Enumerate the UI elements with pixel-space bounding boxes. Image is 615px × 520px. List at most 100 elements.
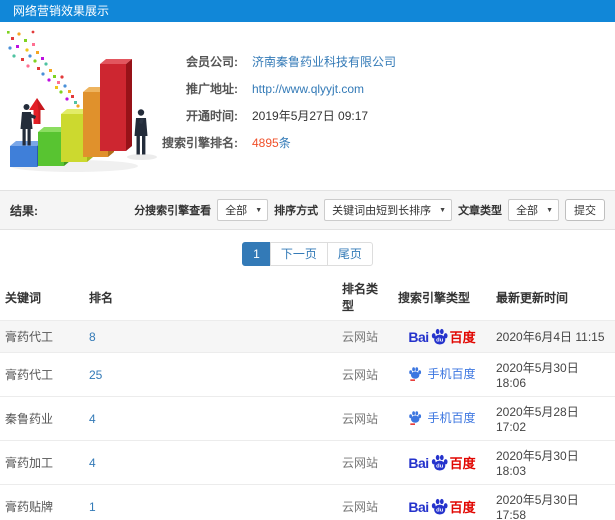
- engine-rank-row: 搜索引擎排名: 4895条: [156, 129, 396, 156]
- header-update-time: 最新更新时间: [491, 274, 615, 321]
- company-row: 会员公司: 济南秦鲁药业科技有限公司: [156, 48, 396, 75]
- table-row: 膏药贴牌 1 云网站 Bai du 百度 2020年5月30日 17:58: [0, 484, 615, 520]
- baidu-logo-text: Bai: [408, 454, 429, 471]
- rank-link[interactable]: 4: [89, 412, 96, 426]
- keyword-cell: 膏药贴牌: [0, 484, 84, 520]
- rank-cell: 4: [84, 396, 337, 441]
- header-rank: 排名: [84, 274, 337, 321]
- engine-filter-select[interactable]: 全部 ▼: [217, 199, 269, 221]
- engine-cell: Bai du 百度: [393, 440, 491, 485]
- filter-controls: 分搜索引擎查看 全部 ▼ 排序方式 关键词由短到长排序 ▼ 文章类型 全部 ▼ …: [134, 199, 605, 221]
- confetti: [7, 30, 80, 108]
- result-label: 结果:: [10, 203, 38, 218]
- header-rank-type: 排名类型: [337, 274, 393, 321]
- promo-url-label: 推广地址:: [186, 82, 238, 96]
- promo-url-link[interactable]: http://www.qlyyjt.com: [252, 82, 364, 96]
- article-type-value: 全部: [516, 205, 539, 217]
- page-title: 网络营销效果展示: [13, 4, 110, 18]
- baidu-logo-cn-text: 百度: [449, 330, 476, 345]
- keyword-cell: 秦鲁药业: [0, 396, 84, 441]
- page-title-bar: 网络营销效果展示: [0, 0, 615, 22]
- engine-cell: Bai du 百度: [393, 396, 491, 441]
- rank-cell: 1: [84, 484, 337, 520]
- baidu-paw-icon: du: [431, 454, 448, 471]
- engine-filter-label: 分搜索引擎查看: [134, 205, 212, 217]
- submit-button[interactable]: 提交: [565, 199, 605, 221]
- rank-link[interactable]: 8: [89, 330, 96, 344]
- rank-type-cell: 云网站: [337, 352, 393, 397]
- baidu-du-text: du: [436, 464, 444, 470]
- rank-link[interactable]: 1: [89, 500, 96, 514]
- rank-type-cell: 云网站: [337, 396, 393, 441]
- pagination: 1 下一页 尾页: [0, 242, 615, 266]
- company-link[interactable]: 济南秦鲁药业科技有限公司: [252, 53, 396, 70]
- page-button-current[interactable]: 1: [242, 242, 271, 266]
- baidu-logo-text: Bai: [408, 498, 429, 515]
- table-row: 膏药代工 25 云网站 Bai du 百度: [0, 352, 615, 397]
- article-type-label: 文章类型: [458, 205, 503, 217]
- filter-bar: 结果: 分搜索引擎查看 全部 ▼ 排序方式 关键词由短到长排序 ▼ 文章类型 全…: [0, 190, 615, 230]
- opened-time-value: 2019年5月27日 09:17: [252, 109, 369, 123]
- update-time-cell: 2020年5月30日 18:06: [491, 352, 615, 397]
- sort-filter-select[interactable]: 关键词由短到长排序 ▼: [324, 199, 453, 221]
- baidu-du-text: du: [436, 338, 444, 344]
- sort-filter-value: 关键词由短到长排序: [332, 205, 432, 217]
- baidu-pc-logo: Bai du 百度: [408, 453, 475, 472]
- keyword-cell: 膏药代工: [0, 320, 84, 353]
- keyword-cell: 膏药加工: [0, 440, 84, 485]
- growth-chart-illustration: [7, 30, 157, 172]
- baidu-pc-logo: Bai du 百度: [408, 497, 475, 516]
- baidu-logo-cn-text: 百度: [449, 456, 476, 471]
- mobile-baidu-paw-icon: [409, 410, 422, 425]
- engine-rank-count: 4895: [252, 136, 279, 150]
- table-row: 膏药代工 8 云网站 Bai du 百度 2020年6月4日 11:15: [0, 320, 615, 353]
- rank-link[interactable]: 4: [89, 456, 96, 470]
- update-time-cell: 2020年5月28日 17:02: [491, 396, 615, 441]
- update-time-cell: 2020年5月30日 18:03: [491, 440, 615, 485]
- engine-rank-label: 搜索引擎排名:: [162, 136, 238, 150]
- results-table: 关键词 排名 排名类型 搜索引擎类型 最新更新时间 膏药代工 8 云网站 Bai…: [0, 274, 615, 520]
- results-table-body: 膏药代工 8 云网站 Bai du 百度 2020年6月4日 11:15 膏药代…: [0, 320, 615, 520]
- baidu-logo-text: Bai: [408, 328, 429, 345]
- engine-rank-unit: 条: [278, 136, 291, 150]
- engine-rank-value: 4895条: [252, 134, 291, 151]
- keyword-cell: 膏药代工: [0, 352, 84, 397]
- baidu-paw-icon: du: [431, 328, 448, 345]
- mobile-baidu-label: 手机百度: [427, 367, 476, 382]
- header-engine-type: 搜索引擎类型: [393, 274, 491, 321]
- table-header-row: 关键词 排名 排名类型 搜索引擎类型 最新更新时间: [0, 274, 615, 321]
- sort-filter-label: 排序方式: [274, 205, 319, 217]
- engine-filter-value: 全部: [225, 205, 248, 217]
- article-type-select[interactable]: 全部 ▼: [508, 199, 559, 221]
- engine-cell: Bai du 百度: [393, 320, 491, 353]
- header-keyword: 关键词: [0, 274, 84, 321]
- page-button-next[interactable]: 下一页: [269, 242, 328, 266]
- rank-type-cell: 云网站: [337, 484, 393, 520]
- table-row: 秦鲁药业 4 云网站 Bai du 百度: [0, 396, 615, 441]
- engine-cell: Bai du 百度: [393, 484, 491, 520]
- rank-cell: 4: [84, 440, 337, 485]
- member-info-list: 会员公司: 济南秦鲁药业科技有限公司 推广地址: http://www.qlyy…: [156, 48, 396, 156]
- page-button-last[interactable]: 尾页: [326, 242, 373, 266]
- chevron-down-icon: ▼: [255, 206, 263, 214]
- rank-type-cell: 云网站: [337, 320, 393, 353]
- mobile-baidu-label: 手机百度: [427, 411, 476, 426]
- baidu-du-text: du: [436, 508, 444, 514]
- rank-link[interactable]: 25: [89, 368, 102, 382]
- member-info-section: 会员公司: 济南秦鲁药业科技有限公司 推广地址: http://www.qlyy…: [0, 22, 615, 190]
- update-time-cell: 2020年6月4日 11:15: [491, 320, 615, 353]
- mobile-baidu-paw-icon: [409, 366, 422, 381]
- baidu-pc-logo: Bai du 百度: [408, 327, 475, 346]
- chevron-down-icon: ▼: [546, 206, 553, 214]
- opened-time-row: 开通时间: 2019年5月27日 09:17: [156, 102, 396, 129]
- chevron-down-icon: ▼: [439, 206, 447, 214]
- engine-cell: Bai du 百度: [393, 352, 491, 397]
- promo-url-row: 推广地址: http://www.qlyyjt.com: [156, 75, 396, 102]
- baidu-logo-cn-text: 百度: [449, 500, 476, 515]
- baidu-mobile-logo: 手机百度: [408, 409, 476, 426]
- baidu-mobile-logo: 手机百度: [408, 365, 476, 382]
- businessman-right: [134, 109, 148, 155]
- company-label: 会员公司:: [186, 55, 238, 69]
- rank-type-cell: 云网站: [337, 440, 393, 485]
- opened-time-label: 开通时间:: [186, 109, 238, 123]
